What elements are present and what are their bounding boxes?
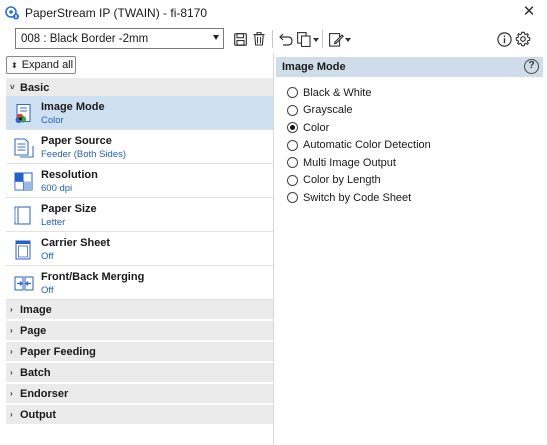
radio-label: Color bbox=[303, 121, 330, 134]
edit-icon[interactable] bbox=[328, 31, 344, 47]
radio-label: Black & White bbox=[303, 86, 372, 99]
setting-item-label: Carrier Sheet bbox=[41, 237, 111, 249]
setting-item-value: Feeder (Both Sides) bbox=[41, 149, 127, 160]
help-icon[interactable]: ? bbox=[524, 59, 539, 74]
info-icon[interactable] bbox=[496, 31, 512, 47]
toolbar-separator bbox=[272, 30, 273, 48]
section-label: Batch bbox=[20, 366, 51, 379]
section-output[interactable]: › Output bbox=[6, 405, 273, 425]
edit-dropdown-chevron-icon[interactable] bbox=[345, 38, 351, 42]
carrier-sheet-icon bbox=[14, 240, 34, 260]
radio-button-icon[interactable] bbox=[287, 87, 298, 99]
setting-item-label: Paper Source bbox=[41, 135, 112, 147]
chevron-right-icon: › bbox=[10, 410, 13, 419]
save-icon[interactable] bbox=[232, 31, 248, 47]
expand-all-button[interactable]: ⬍ Expand all bbox=[6, 56, 76, 74]
toolbar: 008 : Black Border -2mm bbox=[0, 25, 547, 53]
radio-grayscale[interactable]: Grayscale bbox=[276, 102, 543, 120]
profile-select-value: 008 : Black Border -2mm bbox=[21, 32, 149, 45]
section-basic[interactable]: ˅ Basic bbox=[6, 78, 273, 98]
settings-tree: ⬍ Expand all ˅ Basic Image Mode Color Pa… bbox=[6, 53, 273, 445]
radio-button-icon[interactable] bbox=[287, 192, 298, 204]
section-page[interactable]: › Page bbox=[6, 321, 273, 341]
gear-icon[interactable] bbox=[515, 31, 531, 47]
panel-title: Image Mode bbox=[282, 61, 346, 73]
setting-item-label: Resolution bbox=[41, 169, 98, 181]
radio-label: Switch by Code Sheet bbox=[303, 191, 412, 204]
paperstream-app-icon bbox=[4, 5, 20, 21]
section-basic-label: Basic bbox=[20, 81, 50, 94]
chevron-right-icon: › bbox=[10, 326, 13, 335]
setting-item-value: 600 dpi bbox=[41, 183, 73, 194]
copy-dropdown-chevron-icon[interactable] bbox=[313, 38, 319, 42]
radio-color-by-length[interactable]: Color by Length bbox=[276, 172, 543, 190]
radio-button-icon[interactable] bbox=[287, 139, 298, 151]
section-label: Paper Feeding bbox=[20, 345, 96, 358]
setting-item-value: Letter bbox=[41, 217, 66, 228]
radio-button-icon[interactable] bbox=[287, 174, 298, 186]
section-endorser[interactable]: › Endorser bbox=[6, 384, 273, 404]
section-label: Output bbox=[20, 408, 57, 421]
chevron-right-icon: › bbox=[10, 347, 13, 356]
radio-multi-image-output[interactable]: Multi Image Output bbox=[276, 154, 543, 172]
window-title: PaperStream IP (TWAIN) - fi-8170 bbox=[25, 5, 208, 20]
radio-button-icon[interactable] bbox=[287, 157, 298, 169]
setting-item-front-back-merging[interactable]: Front/Back Merging Off bbox=[6, 266, 273, 300]
radio-switch-by-code-sheet[interactable]: Switch by Code Sheet bbox=[276, 189, 543, 207]
expand-toggle-icon: ⬍ bbox=[11, 60, 18, 70]
section-label: Image bbox=[20, 303, 52, 316]
chevron-right-icon: › bbox=[10, 305, 13, 314]
radio-label: Grayscale bbox=[303, 104, 353, 117]
panel-header: Image Mode ? bbox=[276, 57, 543, 77]
setting-item-paper-source[interactable]: Paper Source Feeder (Both Sides) bbox=[6, 130, 273, 164]
radio-label: Multi Image Output bbox=[303, 156, 396, 169]
chevron-down-icon bbox=[213, 35, 219, 40]
resolution-icon bbox=[14, 172, 34, 192]
copy-icon[interactable] bbox=[296, 31, 312, 47]
setting-item-resolution[interactable]: Resolution 600 dpi bbox=[6, 164, 273, 198]
profile-select[interactable]: 008 : Black Border -2mm bbox=[15, 28, 224, 49]
section-label: Endorser bbox=[20, 387, 69, 400]
radio-color[interactable]: Color bbox=[276, 119, 543, 137]
setting-item-label: Paper Size bbox=[41, 203, 97, 215]
setting-item-value: Off bbox=[41, 285, 54, 296]
undo-icon[interactable] bbox=[278, 31, 294, 47]
radio-black-white[interactable]: Black & White bbox=[276, 84, 543, 102]
chevron-down-icon: ˅ bbox=[10, 83, 15, 92]
setting-item-paper-size[interactable]: Paper Size Letter bbox=[6, 198, 273, 232]
close-window-button[interactable]: ✕ bbox=[521, 4, 537, 20]
image-mode-icon bbox=[14, 103, 34, 124]
setting-item-label: Front/Back Merging bbox=[41, 271, 145, 283]
title-bar: PaperStream IP (TWAIN) - fi-8170 ✕ bbox=[0, 0, 547, 25]
section-batch[interactable]: › Batch bbox=[6, 363, 273, 383]
radio-button-checked-icon[interactable] bbox=[287, 122, 298, 134]
setting-item-value: Color bbox=[41, 115, 64, 126]
delete-icon[interactable] bbox=[251, 31, 267, 47]
setting-item-value: Off bbox=[41, 251, 54, 262]
pane-divider[interactable] bbox=[273, 53, 274, 445]
radio-button-icon[interactable] bbox=[287, 104, 298, 116]
section-label: Page bbox=[20, 324, 47, 337]
paper-source-icon bbox=[14, 138, 34, 158]
radio-label: Automatic Color Detection bbox=[303, 139, 431, 152]
radio-automatic-color-detection[interactable]: Automatic Color Detection bbox=[276, 137, 543, 155]
section-paper-feeding[interactable]: › Paper Feeding bbox=[6, 342, 273, 362]
image-mode-panel: Image Mode ? Black & White Grayscale Col… bbox=[276, 57, 543, 207]
front-back-merging-icon bbox=[14, 274, 34, 294]
section-image[interactable]: › Image bbox=[6, 300, 273, 320]
paper-size-icon bbox=[14, 206, 34, 226]
setting-item-label: Image Mode bbox=[41, 101, 105, 113]
expand-all-label: Expand all bbox=[21, 59, 74, 71]
toolbar-separator bbox=[322, 30, 323, 48]
chevron-right-icon: › bbox=[10, 389, 13, 398]
setting-item-carrier-sheet[interactable]: Carrier Sheet Off bbox=[6, 232, 273, 266]
radio-label: Color by Length bbox=[303, 174, 381, 187]
chevron-right-icon: › bbox=[10, 368, 13, 377]
setting-item-image-mode[interactable]: Image Mode Color bbox=[6, 96, 273, 130]
